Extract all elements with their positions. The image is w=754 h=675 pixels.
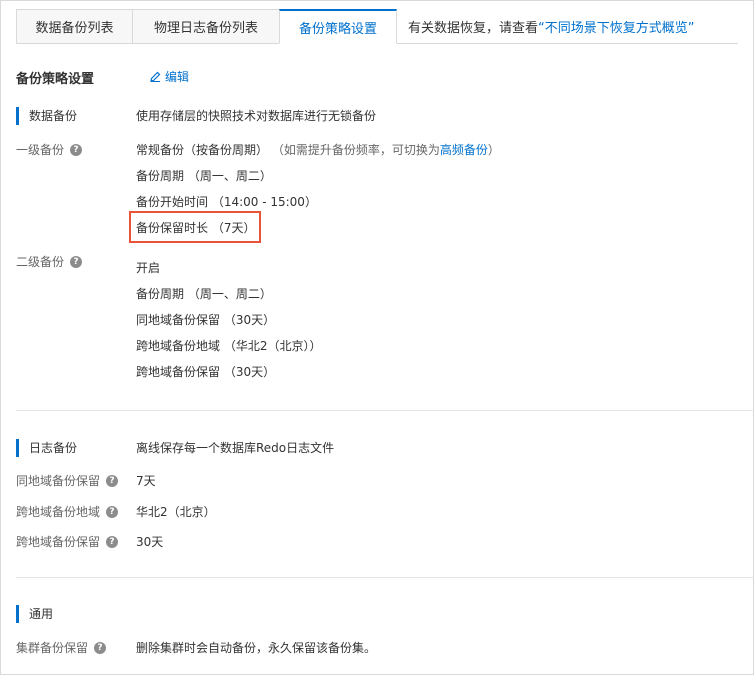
tab-data-backup-list[interactable]: 数据备份列表 (16, 9, 133, 44)
question-circle-icon[interactable]: ? (70, 256, 83, 268)
retention-highlight-box (129, 211, 261, 243)
level2-cross-region-retention: 跨地域备份保留 （30天） (136, 365, 276, 379)
tab-bar: 数据备份列表 物理日志备份列表 备份策略设置 有关数据恢复，请查看 “不同场景下恢… (0, 0, 754, 46)
log-cross-retention-value: 30天 (136, 535, 164, 549)
level1-backup-cycle: 备份周期 （周一、周二） (136, 169, 272, 183)
question-circle-icon[interactable]: ? (70, 144, 83, 156)
cluster-retention-value: 删除集群时会自动备份，永久保留该备份集。 (136, 641, 377, 655)
general-section-label: 通用 (16, 605, 53, 623)
log-cross-region-value: 华北2（北京） (136, 505, 216, 519)
tab-label: 备份策略设置 (298, 21, 377, 37)
question-circle-icon[interactable]: ? (106, 536, 119, 548)
level2-cross-region: 跨地域备份地域 （华北2（北京）） (136, 339, 322, 353)
log-cross-region-label: 跨地域备份地域? (16, 503, 119, 521)
log-cross-retention-label: 跨地域备份保留? (16, 533, 119, 551)
backup-mode-text: 常规备份（按备份周期） (136, 143, 269, 157)
pencil-icon (150, 71, 161, 82)
level2-backup-label-text: 二级备份 (16, 255, 65, 269)
log-backup-description: 离线保存每一个数据库Redo日志文件 (136, 441, 335, 455)
section-divider (16, 577, 754, 578)
level1-backup-label-text: 一级备份 (16, 143, 65, 157)
log-same-region-label-text: 同地域备份保留 (16, 474, 101, 488)
level2-backup-status: 开启 (136, 261, 161, 275)
edit-label: 编辑 (165, 70, 190, 84)
backup-mode-note-end: ） (487, 143, 500, 157)
log-cross-region-label-text: 跨地域备份地域 (16, 505, 101, 519)
log-same-region-value: 7天 (136, 474, 156, 488)
tab-backup-policy-settings[interactable]: 备份策略设置 (279, 9, 397, 44)
cluster-retention-label: 集群备份保留? (16, 639, 107, 657)
backup-mode-note: （如需提升备份频率，可切换为 (271, 143, 440, 157)
level1-backup-start-time: 备份开始时间 （14:00 - 15:00） (136, 195, 317, 209)
restore-hint-text: 有关数据恢复，请查看 (408, 20, 539, 36)
question-circle-icon[interactable]: ? (106, 506, 119, 518)
restore-hint: 有关数据恢复，请查看 “不同场景下恢复方式概览” (408, 9, 695, 43)
tab-physical-log-backup-list[interactable]: 物理日志备份列表 (132, 9, 280, 44)
tab-label: 数据备份列表 (35, 21, 114, 36)
level1-backup-label: 一级备份? (16, 141, 83, 159)
data-backup-section-label: 数据备份 (16, 107, 77, 125)
tab-label: 物理日志备份列表 (153, 21, 258, 36)
high-frequency-backup-link[interactable]: 高频备份 (440, 143, 488, 157)
page-title: 备份策略设置 (16, 72, 95, 87)
question-circle-icon[interactable]: ? (106, 475, 119, 487)
page-frame (0, 0, 754, 675)
level1-backup-mode: 常规备份（按备份周期） （如需提升备份频率，可切换为高频备份） (136, 141, 500, 159)
level2-same-region-retention: 同地域备份保留 （30天） (136, 313, 276, 327)
restore-overview-link[interactable]: “不同场景下恢复方式概览” (538, 17, 694, 36)
log-cross-retention-label-text: 跨地域备份保留 (16, 535, 101, 549)
log-same-region-label: 同地域备份保留? (16, 472, 119, 490)
edit-button[interactable]: 编辑 (150, 68, 189, 85)
question-circle-icon[interactable]: ? (94, 642, 107, 654)
log-backup-section-label: 日志备份 (16, 439, 77, 457)
section-divider (16, 410, 754, 411)
level2-backup-cycle: 备份周期 （周一、周二） (136, 287, 272, 301)
data-backup-description: 使用存储层的快照技术对数据库进行无锁备份 (136, 109, 377, 123)
cluster-retention-label-text: 集群备份保留 (16, 641, 89, 655)
level2-backup-label: 二级备份? (16, 253, 83, 271)
